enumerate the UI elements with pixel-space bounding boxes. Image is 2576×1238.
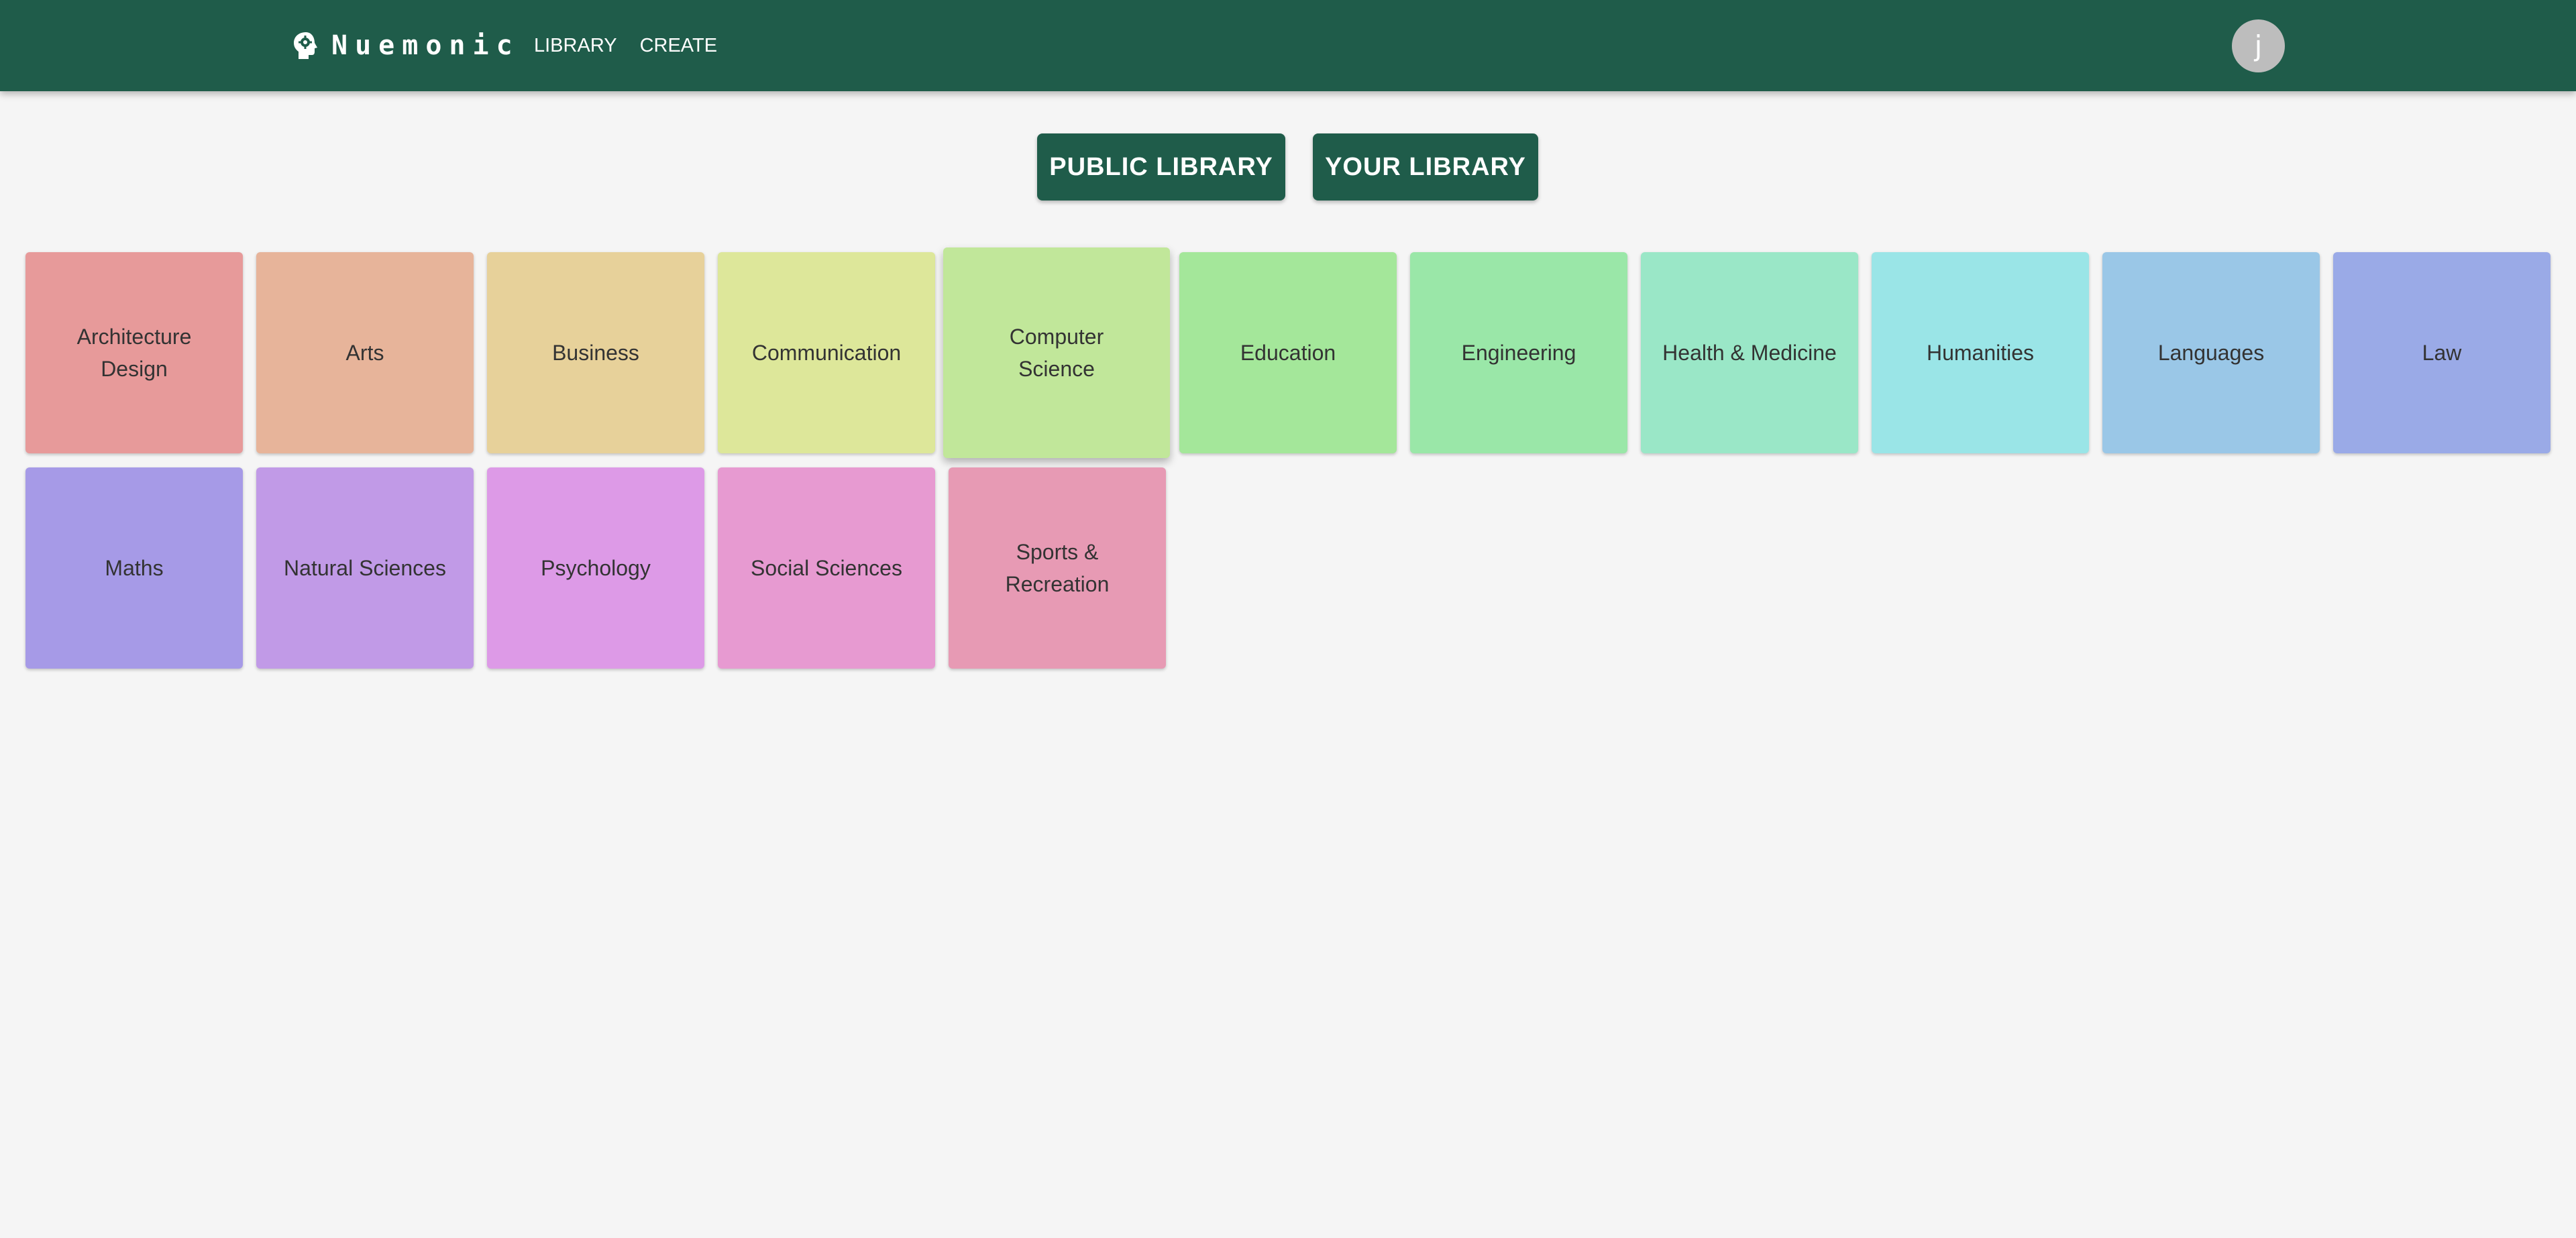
category-label: Engineering	[1461, 341, 1576, 365]
category-communication[interactable]: Communication	[718, 252, 935, 453]
category-maths[interactable]: Maths	[25, 467, 243, 669]
category-label: Sports & Recreation	[1005, 540, 1110, 596]
category-languages[interactable]: Languages	[2102, 252, 2320, 453]
category-business[interactable]: Business	[487, 252, 704, 453]
category-label: Social Sciences	[751, 556, 902, 580]
avatar[interactable]: j	[2232, 19, 2285, 72]
category-label: Arts	[345, 341, 384, 365]
brand-name: Nuemonic	[331, 30, 520, 61]
brain-head-icon	[292, 31, 318, 60]
category-education[interactable]: Education	[1179, 252, 1397, 453]
main-nav: LIBRARY CREATE	[534, 0, 717, 91]
category-law[interactable]: Law	[2333, 252, 2551, 453]
category-label: Natural Sciences	[284, 556, 446, 580]
category-label: Education	[1240, 341, 1336, 365]
top-app-bar: Nuemonic LIBRARY CREATE j	[0, 0, 2576, 91]
category-arts[interactable]: Arts	[256, 252, 474, 453]
brand[interactable]: Nuemonic	[292, 0, 520, 91]
category-computer-science[interactable]: Computer Science	[943, 247, 1170, 458]
category-health-medicine[interactable]: Health & Medicine	[1641, 252, 1858, 453]
nav-library[interactable]: LIBRARY	[534, 35, 617, 57]
category-social-sciences[interactable]: Social Sciences	[718, 467, 935, 669]
category-label: Humanities	[1926, 341, 2035, 365]
category-label: Maths	[105, 556, 164, 580]
nav-create[interactable]: CREATE	[640, 35, 717, 57]
your-library-button[interactable]: YOUR LIBRARY	[1313, 133, 1538, 201]
public-library-button[interactable]: PUBLIC LIBRARY	[1037, 133, 1285, 201]
category-label: Law	[2422, 341, 2462, 365]
category-label: Architecture Design	[76, 325, 192, 381]
category-label: Psychology	[541, 556, 651, 580]
category-engineering[interactable]: Engineering	[1410, 252, 1627, 453]
category-sports-recreation[interactable]: Sports & Recreation	[949, 467, 1166, 669]
category-psychology[interactable]: Psychology	[487, 467, 704, 669]
category-label: Communication	[751, 341, 902, 365]
category-label: Business	[552, 341, 639, 365]
category-architecture-design[interactable]: Architecture Design	[25, 252, 243, 453]
category-label: Languages	[2157, 341, 2265, 365]
category-natural-sciences[interactable]: Natural Sciences	[256, 467, 474, 669]
category-label: Computer Science	[1009, 325, 1104, 381]
category-humanities[interactable]: Humanities	[1872, 252, 2089, 453]
category-label: Health & Medicine	[1662, 341, 1837, 365]
